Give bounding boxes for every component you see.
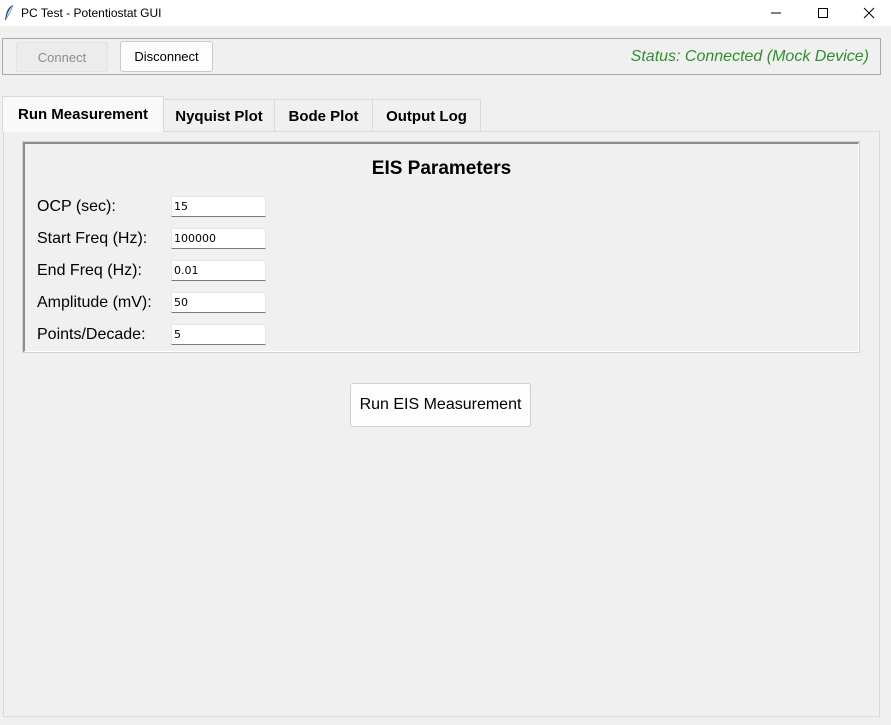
maximize-icon xyxy=(818,8,828,18)
start-freq-label: Start Freq (Hz): xyxy=(37,230,148,247)
disconnect-button[interactable]: Disconnect xyxy=(120,41,213,72)
ocp-label: OCP (sec): xyxy=(37,198,116,215)
connect-button[interactable]: Connect xyxy=(16,42,108,72)
run-eis-measurement-button[interactable]: Run EIS Measurement xyxy=(350,383,531,427)
tab-bode-plot[interactable]: Bode Plot xyxy=(274,99,373,132)
points-per-decade-label: Points/Decade: xyxy=(37,326,146,343)
tab-nyquist-plot[interactable]: Nyquist Plot xyxy=(163,99,275,132)
amplitude-input[interactable]: 50 xyxy=(171,292,266,313)
end-freq-label: End Freq (Hz): xyxy=(37,262,142,279)
close-icon xyxy=(863,7,875,19)
start-freq-input[interactable]: 100000 xyxy=(171,228,266,249)
minimize-icon xyxy=(771,12,781,14)
eis-parameters-frame: EIS Parameters OCP (sec): 15 Start Freq … xyxy=(22,141,860,353)
ocp-input[interactable]: 15 xyxy=(171,196,266,217)
amplitude-label: Amplitude (mV): xyxy=(37,294,152,311)
window-title: PC Test - Potentiostat GUI xyxy=(21,6,162,20)
tab-output-log[interactable]: Output Log xyxy=(372,99,481,132)
title-bar[interactable]: PC Test - Potentiostat GUI xyxy=(0,0,891,26)
minimize-button[interactable] xyxy=(753,0,799,26)
maximize-button[interactable] xyxy=(800,0,846,26)
status-label: Status: Connected (Mock Device) xyxy=(630,48,869,65)
tab-run-measurement[interactable]: Run Measurement xyxy=(2,96,164,132)
feather-icon xyxy=(5,4,14,20)
eis-parameters-title: EIS Parameters xyxy=(371,158,512,179)
points-per-decade-input[interactable]: 5 xyxy=(171,324,266,345)
close-button[interactable] xyxy=(846,0,891,26)
end-freq-input[interactable]: 0.01 xyxy=(171,260,266,281)
connection-bar: Connect Disconnect Status: Connected (Mo… xyxy=(2,38,881,75)
